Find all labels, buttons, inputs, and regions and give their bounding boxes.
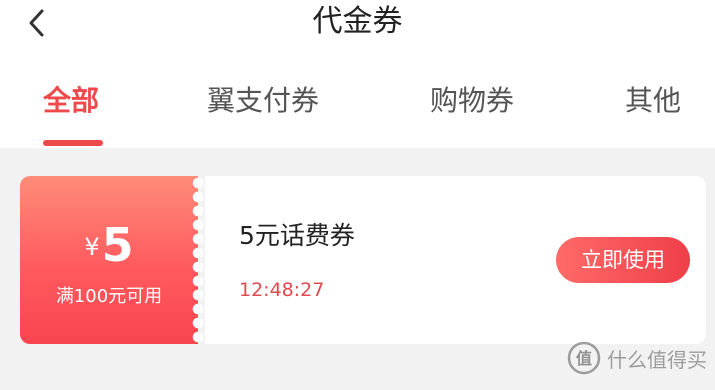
coupon-value: 5 (101, 218, 134, 272)
perforated-edge (191, 176, 205, 344)
tab-yizhifu[interactable]: 翼支付券 (207, 80, 319, 122)
currency-symbol: ¥ (84, 233, 100, 261)
watermark-text: 什么值得买 (607, 347, 707, 372)
coupon-card: ¥5 满100元可用 5元话费券 12:48:27 立即使用 (20, 176, 706, 344)
tab-active-indicator (43, 140, 103, 146)
page-title: 代金券 (312, 4, 403, 39)
coupon-amount: ¥5 (20, 218, 198, 272)
coupon-condition: 满100元可用 (55, 286, 163, 307)
watermark: 值 什么值得买 (567, 340, 707, 376)
svg-text:值: 值 (576, 349, 592, 368)
smzdm-logo-icon: 值 (567, 341, 601, 375)
tab-all[interactable]: 全部 (43, 80, 99, 122)
top-bar: 代金券 全部 翼支付券 购物券 其他 (0, 0, 715, 148)
coupon-details: 5元话费券 12:48:27 立即使用 (205, 176, 706, 344)
tab-shopping[interactable]: 购物券 (430, 80, 514, 122)
coupon-name: 5元话费券 (239, 221, 355, 250)
use-now-button[interactable]: 立即使用 (556, 237, 690, 283)
coupon-expiry: 12:48:27 (239, 279, 325, 301)
tab-other[interactable]: 其他 (625, 80, 681, 122)
coupon-value-stub: ¥5 满100元可用 (20, 176, 198, 344)
